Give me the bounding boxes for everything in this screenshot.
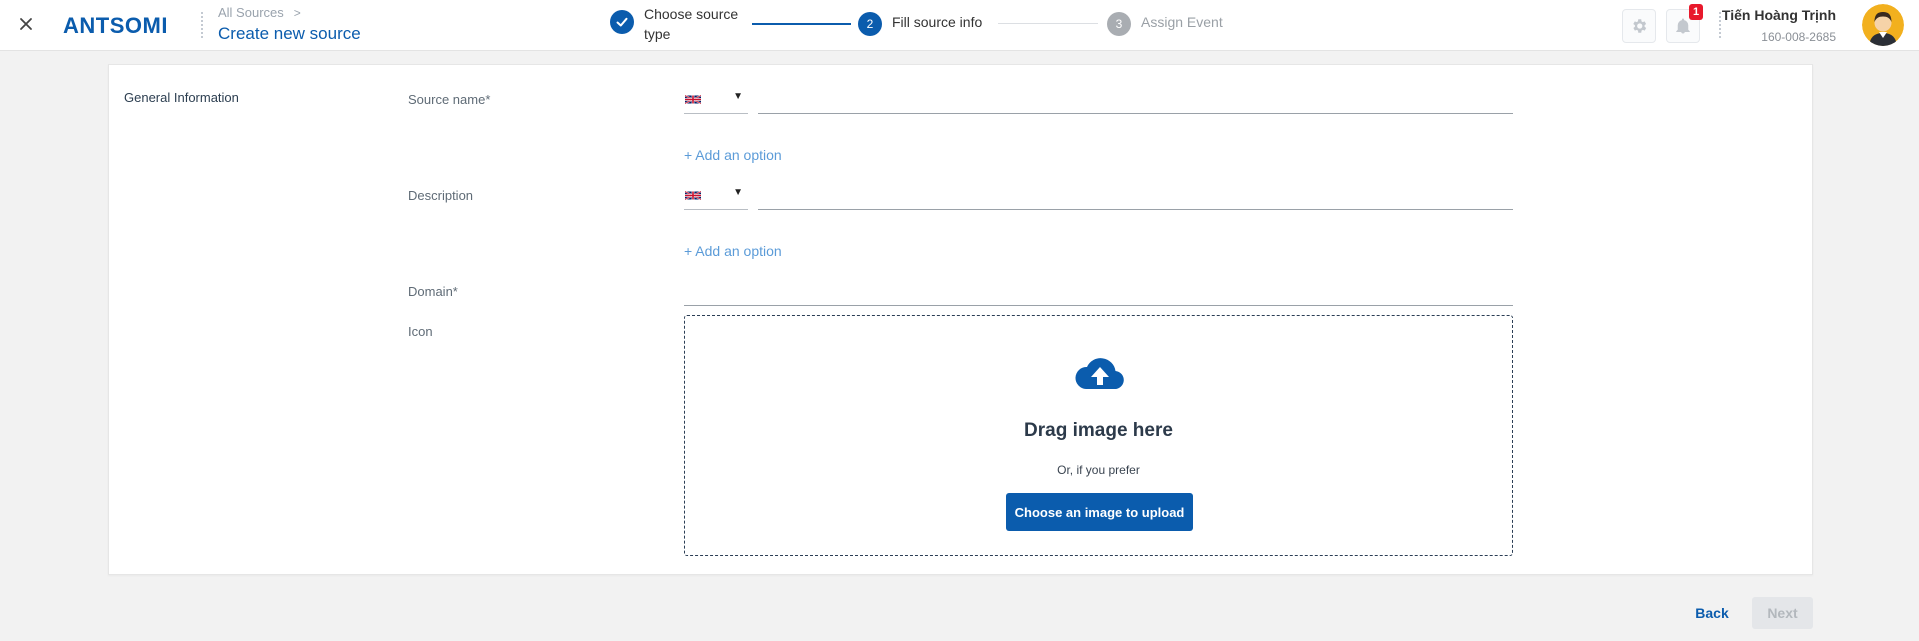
dropzone-subtitle: Or, if you prefer (1057, 463, 1140, 477)
close-icon[interactable] (14, 12, 38, 36)
description-label: Description (408, 188, 474, 203)
step-3-label: Assign Event (1141, 14, 1223, 30)
source-name-language-select[interactable]: ▼ (684, 85, 748, 114)
breadcrumb-parent-link[interactable]: All Sources > (218, 5, 361, 21)
notification-button[interactable]: 1 (1666, 4, 1703, 43)
breadcrumb: All Sources > Create new source (218, 5, 361, 46)
step-3-number: 3 (1107, 12, 1131, 36)
breadcrumb-parent-label[interactable]: All Sources (218, 5, 284, 21)
chevron-right-icon: > (293, 6, 301, 20)
page-title: Create new source (218, 24, 361, 43)
step-2[interactable]: 2 Fill source info (858, 12, 982, 36)
domain-label: Domain* (408, 284, 458, 299)
icon-label: Icon (408, 324, 433, 339)
bell-icon (1676, 18, 1690, 34)
section-title: General Information (124, 90, 239, 105)
back-button[interactable]: Back (1680, 597, 1744, 629)
dropzone-title: Drag image here (1024, 420, 1173, 441)
uk-flag-icon (685, 94, 701, 105)
choose-image-button[interactable]: Choose an image to upload (1006, 493, 1193, 531)
user-name: Tiến Hoàng Trịnh (1721, 7, 1836, 23)
check-icon (610, 10, 634, 34)
domain-input[interactable] (684, 277, 1513, 306)
avatar[interactable] (1862, 4, 1904, 46)
top-header: ANTSOMI All Sources > Create new source … (0, 0, 1919, 51)
add-option-link[interactable]: + Add an option (684, 243, 782, 259)
logo-text: ANTSOMI (63, 13, 168, 37)
description-input[interactable] (758, 181, 1513, 210)
step-3[interactable]: 3 Assign Event (1107, 12, 1223, 36)
step-2-number: 2 (858, 12, 882, 36)
antsomi-logo[interactable]: ANTSOMI (63, 13, 183, 38)
settings-button[interactable] (1622, 9, 1656, 43)
source-name-input[interactable] (758, 85, 1513, 114)
chevron-down-icon: ▼ (733, 187, 743, 198)
description-language-select[interactable]: ▼ (684, 181, 748, 210)
step-connector (752, 23, 851, 25)
chevron-down-icon: ▼ (733, 91, 743, 102)
divider (201, 11, 203, 39)
user-phone: 160-008-2685 (1761, 30, 1836, 44)
step-2-label: Fill source info (892, 14, 983, 30)
next-button[interactable]: Next (1752, 597, 1813, 629)
image-dropzone[interactable]: Drag image here Or, if you prefer Choose… (684, 315, 1513, 556)
uk-flag-icon (685, 190, 701, 201)
step-1[interactable]: Choose source type (610, 6, 754, 44)
source-name-label: Source name* (408, 92, 491, 107)
cloud-upload-icon (1075, 358, 1124, 390)
gear-icon (1633, 19, 1647, 33)
step-1-label: Choose source type (644, 6, 739, 42)
add-option-link[interactable]: + Add an option (684, 147, 782, 163)
notification-badge: 1 (1689, 4, 1703, 20)
divider (1719, 11, 1721, 39)
step-connector (998, 23, 1098, 24)
